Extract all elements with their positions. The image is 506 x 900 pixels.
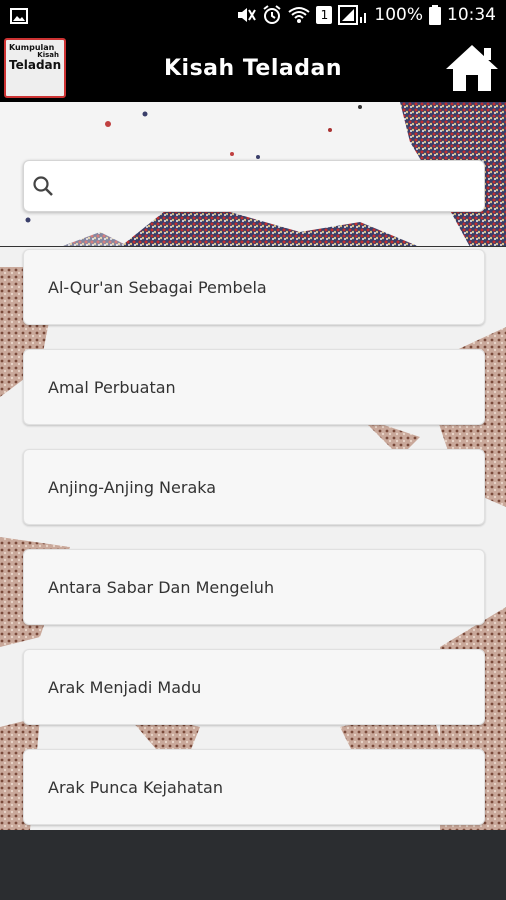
sim-icon: 1 [316, 6, 333, 24]
list-item[interactable]: Amal Perbuatan [23, 349, 485, 425]
mute-icon [236, 6, 257, 24]
story-list-area: Al-Qur'an Sebagai Pembela Amal Perbuatan… [0, 247, 506, 830]
list-item[interactable]: Antara Sabar Dan Mengeluh [23, 549, 485, 625]
list-item-title: Arak Menjadi Madu [48, 677, 202, 697]
list-item-title: Amal Perbuatan [48, 377, 176, 397]
list-item[interactable]: Al-Qur'an Sebagai Pembela [23, 249, 485, 325]
home-button[interactable] [444, 42, 500, 94]
list-item-title: Al-Qur'an Sebagai Pembela [48, 277, 267, 297]
list-item-title: Antara Sabar Dan Mengeluh [48, 577, 275, 597]
list-item[interactable]: Arak Menjadi Madu [23, 649, 485, 725]
search-input[interactable] [60, 169, 470, 203]
home-icon [446, 45, 498, 91]
list-item-title: Arak Punca Kejahatan [48, 777, 223, 797]
image-icon [10, 8, 28, 29]
list-item[interactable]: Arak Punca Kejahatan [23, 749, 485, 825]
header-banner [0, 102, 506, 247]
alarm-icon [262, 5, 282, 25]
list-item[interactable]: Anjing-Anjing Neraka [23, 449, 485, 525]
wifi-icon [288, 6, 311, 24]
battery-icon [429, 5, 441, 25]
page-title: Kisah Teladan [164, 56, 342, 81]
signal-icon [338, 5, 368, 25]
battery-percent: 100% [374, 5, 423, 25]
status-bar: 1 100% 10:34 [0, 0, 506, 34]
app-bar: Kumpulan Kisah Teladan Kisah Teladan [0, 34, 506, 102]
search-icon [33, 176, 53, 196]
list-item-title: Anjing-Anjing Neraka [48, 477, 217, 497]
clock: 10:34 [447, 5, 496, 25]
story-list: Al-Qur'an Sebagai Pembela Amal Perbuatan… [23, 249, 485, 830]
search-box[interactable] [23, 160, 485, 212]
bottom-navigation-area [0, 830, 506, 900]
